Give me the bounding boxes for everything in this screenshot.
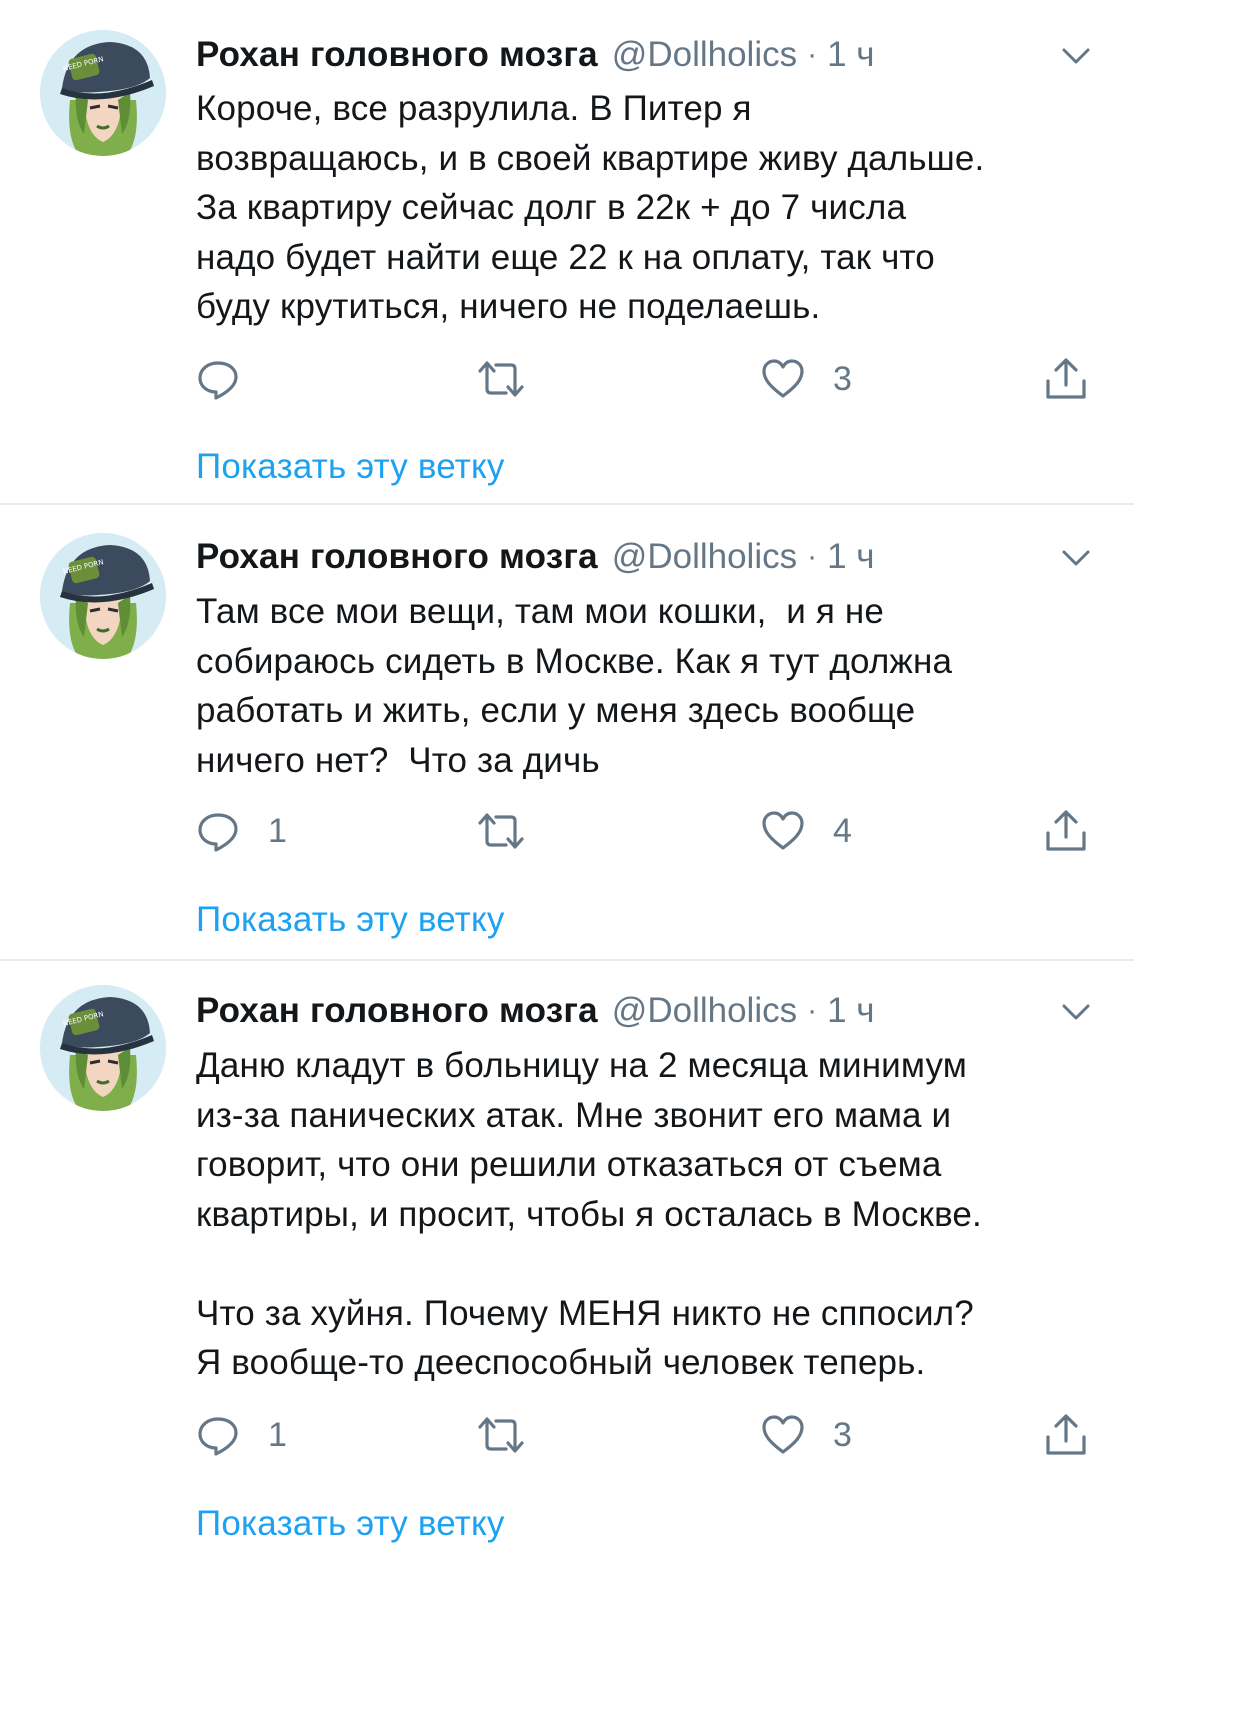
tweet[interactable]: NEED PORN Рохан головного мозга @Dollhol…: [0, 505, 1134, 961]
tweet-text: Даню кладут в больницу на 2 месяца миним…: [196, 1046, 982, 1382]
author-handle[interactable]: @Dollholics: [612, 986, 797, 1036]
avatar[interactable]: NEED PORN: [40, 985, 166, 1111]
tweet-actions: 1 4: [196, 806, 1096, 856]
share-icon: [1046, 358, 1086, 399]
author-name[interactable]: Рохан головного мозга: [196, 532, 598, 582]
reply-icon: [198, 813, 238, 852]
reply-button[interactable]: [196, 354, 268, 404]
author-handle[interactable]: @Dollholics: [612, 532, 797, 582]
retweet-button[interactable]: [476, 1410, 554, 1460]
heart-icon: [762, 359, 804, 398]
like-count: 4: [833, 811, 852, 850]
show-thread-link[interactable]: Показать эту ветку: [196, 895, 505, 945]
reply-icon: [198, 1417, 238, 1456]
like-button[interactable]: 3: [761, 1410, 852, 1460]
separator-dot: ·: [807, 994, 818, 1027]
reply-icon: [198, 361, 238, 400]
share-icon: [1046, 810, 1086, 851]
author-name[interactable]: Рохан головного мозга: [196, 30, 598, 80]
show-thread-link[interactable]: Показать эту ветку: [196, 1499, 505, 1549]
tweet[interactable]: NEED PORN Рохан головного мозга @Dollhol…: [0, 961, 1134, 1568]
share-button[interactable]: [1044, 1410, 1088, 1460]
avatar[interactable]: NEED PORN: [40, 533, 166, 659]
tweet-header: Рохан головного мозга @Dollholics · 1 ч: [196, 30, 1094, 80]
reply-button[interactable]: 1: [196, 1410, 287, 1460]
tweet-text: Короче, все разрулила. В Питер я возвращ…: [196, 89, 985, 326]
retweet-button[interactable]: [476, 806, 554, 856]
share-button[interactable]: [1044, 354, 1088, 404]
like-button[interactable]: 4: [761, 806, 852, 856]
tweet-time[interactable]: 1 ч: [827, 986, 874, 1036]
separator-dot: ·: [807, 38, 818, 71]
avatar[interactable]: NEED PORN: [40, 30, 166, 156]
like-count: 3: [833, 359, 852, 398]
reply-count: 1: [268, 811, 287, 850]
author-name[interactable]: Рохан головного мозга: [196, 986, 598, 1036]
tweet-time[interactable]: 1 ч: [827, 532, 874, 582]
show-thread-link[interactable]: Показать эту ветку: [196, 442, 505, 492]
reply-button[interactable]: 1: [196, 806, 287, 856]
retweet-icon: [478, 813, 524, 849]
heart-icon: [762, 1415, 804, 1454]
chevron-down-icon[interactable]: [1058, 38, 1094, 74]
heart-icon: [762, 811, 804, 850]
chevron-down-icon[interactable]: [1058, 540, 1094, 576]
retweet-icon: [478, 1417, 524, 1453]
share-button[interactable]: [1044, 806, 1088, 856]
separator-dot: ·: [807, 540, 818, 573]
tweet-header: Рохан головного мозга @Dollholics · 1 ч: [196, 532, 1094, 582]
author-handle[interactable]: @Dollholics: [612, 30, 797, 80]
tweet-text: Там все мои вещи, там мои кошки, и я не …: [196, 592, 953, 780]
tweet[interactable]: NEED PORN Рохан головного мозга @Dollhol…: [0, 0, 1134, 505]
tweet-time[interactable]: 1 ч: [827, 30, 874, 80]
tweet-actions: 3: [196, 354, 1096, 404]
tweet-header: Рохан головного мозга @Dollholics · 1 ч: [196, 986, 1094, 1036]
like-count: 3: [833, 1415, 852, 1454]
retweet-button[interactable]: [476, 354, 554, 404]
reply-count: 1: [268, 1415, 287, 1454]
like-button[interactable]: 3: [761, 354, 852, 404]
retweet-icon: [478, 361, 524, 397]
chevron-down-icon[interactable]: [1058, 994, 1094, 1030]
tweet-actions: 1 3: [196, 1410, 1096, 1460]
share-icon: [1046, 1414, 1086, 1455]
